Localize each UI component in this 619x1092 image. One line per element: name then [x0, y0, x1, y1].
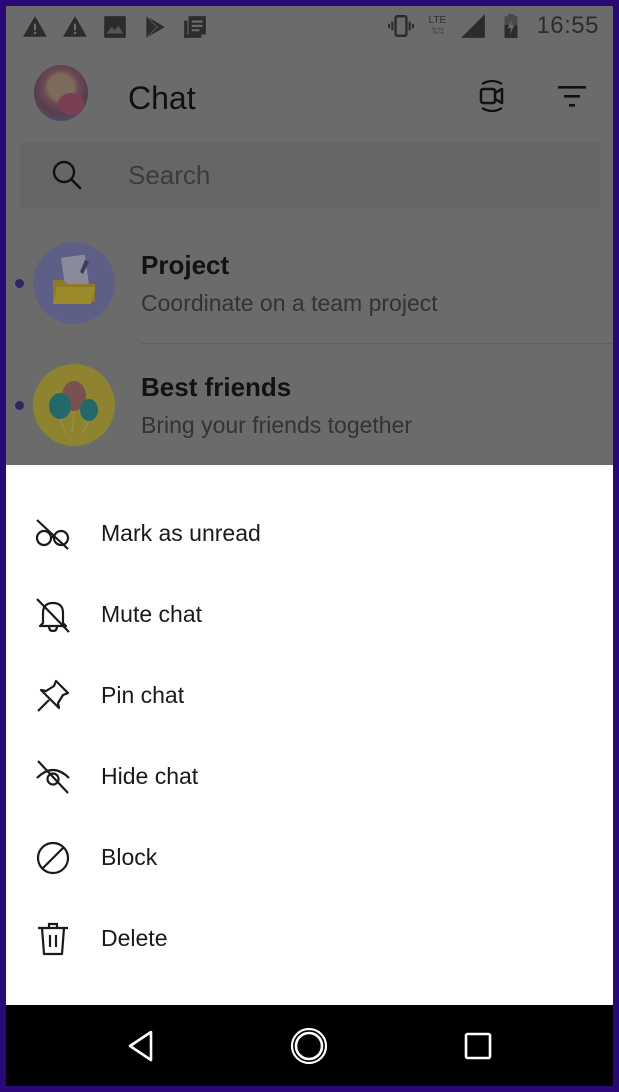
menu-item-delete[interactable]: Delete: [6, 898, 613, 979]
menu-label: Mark as unread: [101, 520, 261, 546]
menu-label: Pin chat: [101, 682, 185, 708]
menu-label: Block: [101, 844, 158, 870]
video-call-button[interactable]: [472, 76, 512, 116]
menu-item-block[interactable]: Block: [6, 817, 613, 898]
balloons-icon: [33, 364, 115, 446]
menu-item-mute-chat[interactable]: Mute chat: [6, 574, 613, 655]
recent-apps-button[interactable]: [453, 1023, 503, 1069]
clock: 16:55: [536, 12, 599, 39]
menu-label: Mute chat: [101, 601, 202, 627]
recent-apps-icon: [464, 1032, 492, 1060]
glasses-off-icon: [35, 518, 70, 550]
trash-icon: [38, 922, 68, 955]
chat-list-item[interactable]: Best friends Bring your friends together: [6, 346, 613, 466]
menu-label: Hide chat: [101, 763, 199, 789]
image-icon: [104, 16, 126, 38]
app-header: Chat: [6, 50, 613, 140]
back-button[interactable]: [116, 1023, 166, 1069]
chat-actions-sheet: Mark as unread Mute chat Pin chat Hide c…: [6, 465, 613, 1005]
folder-document-icon: [33, 242, 115, 324]
home-icon: [290, 1027, 328, 1065]
search-icon: [52, 160, 82, 190]
search-bar[interactable]: [20, 142, 600, 208]
warning-icon: [23, 16, 47, 37]
home-button[interactable]: [284, 1023, 334, 1069]
battery-charging-icon: [504, 14, 518, 38]
chat-list-item[interactable]: Project Coordinate on a team project: [6, 224, 613, 344]
signal-icon: [461, 14, 486, 38]
pin-icon: [37, 679, 70, 712]
menu-item-pin-chat[interactable]: Pin chat: [6, 655, 613, 736]
network-type-label: LTE: [428, 15, 447, 26]
block-icon: [36, 841, 70, 874]
divider: [141, 343, 613, 344]
chat-subtitle: Bring your friends together: [141, 412, 413, 438]
avatar[interactable]: [34, 65, 88, 121]
chat-name: Project: [141, 250, 230, 280]
filter-button[interactable]: [552, 76, 592, 116]
filter-icon: [558, 86, 586, 107]
vibrate-icon: [388, 15, 415, 37]
warning-icon: [63, 16, 87, 37]
eye-off-icon: [36, 759, 70, 794]
status-bar: LTE ⇅⇅ 16:55: [6, 6, 613, 50]
menu-item-mark-as-unread[interactable]: Mark as unread: [6, 493, 613, 574]
play-store-icon: [145, 15, 165, 39]
bell-off-icon: [36, 597, 70, 633]
news-icon: [184, 16, 206, 38]
back-icon: [128, 1030, 153, 1062]
phone-screen: LTE ⇅⇅ 16:55 Chat Search Project Coordin…: [6, 6, 613, 1086]
unread-indicator: [15, 279, 24, 288]
lte-icon: LTE ⇅⇅: [426, 15, 448, 37]
system-navigation-bar: [6, 1005, 613, 1086]
menu-label: Delete: [101, 925, 168, 951]
page-title: Chat: [128, 80, 196, 116]
system-indicators: LTE ⇅⇅ 16:55: [388, 12, 599, 40]
notification-icons: [22, 14, 208, 40]
unread-indicator: [15, 401, 24, 410]
chat-subtitle: Coordinate on a team project: [141, 290, 438, 316]
video-call-icon: [479, 79, 504, 113]
menu-item-hide-chat[interactable]: Hide chat: [6, 736, 613, 817]
search-input[interactable]: [128, 160, 568, 191]
chat-name: Best friends: [141, 372, 292, 402]
